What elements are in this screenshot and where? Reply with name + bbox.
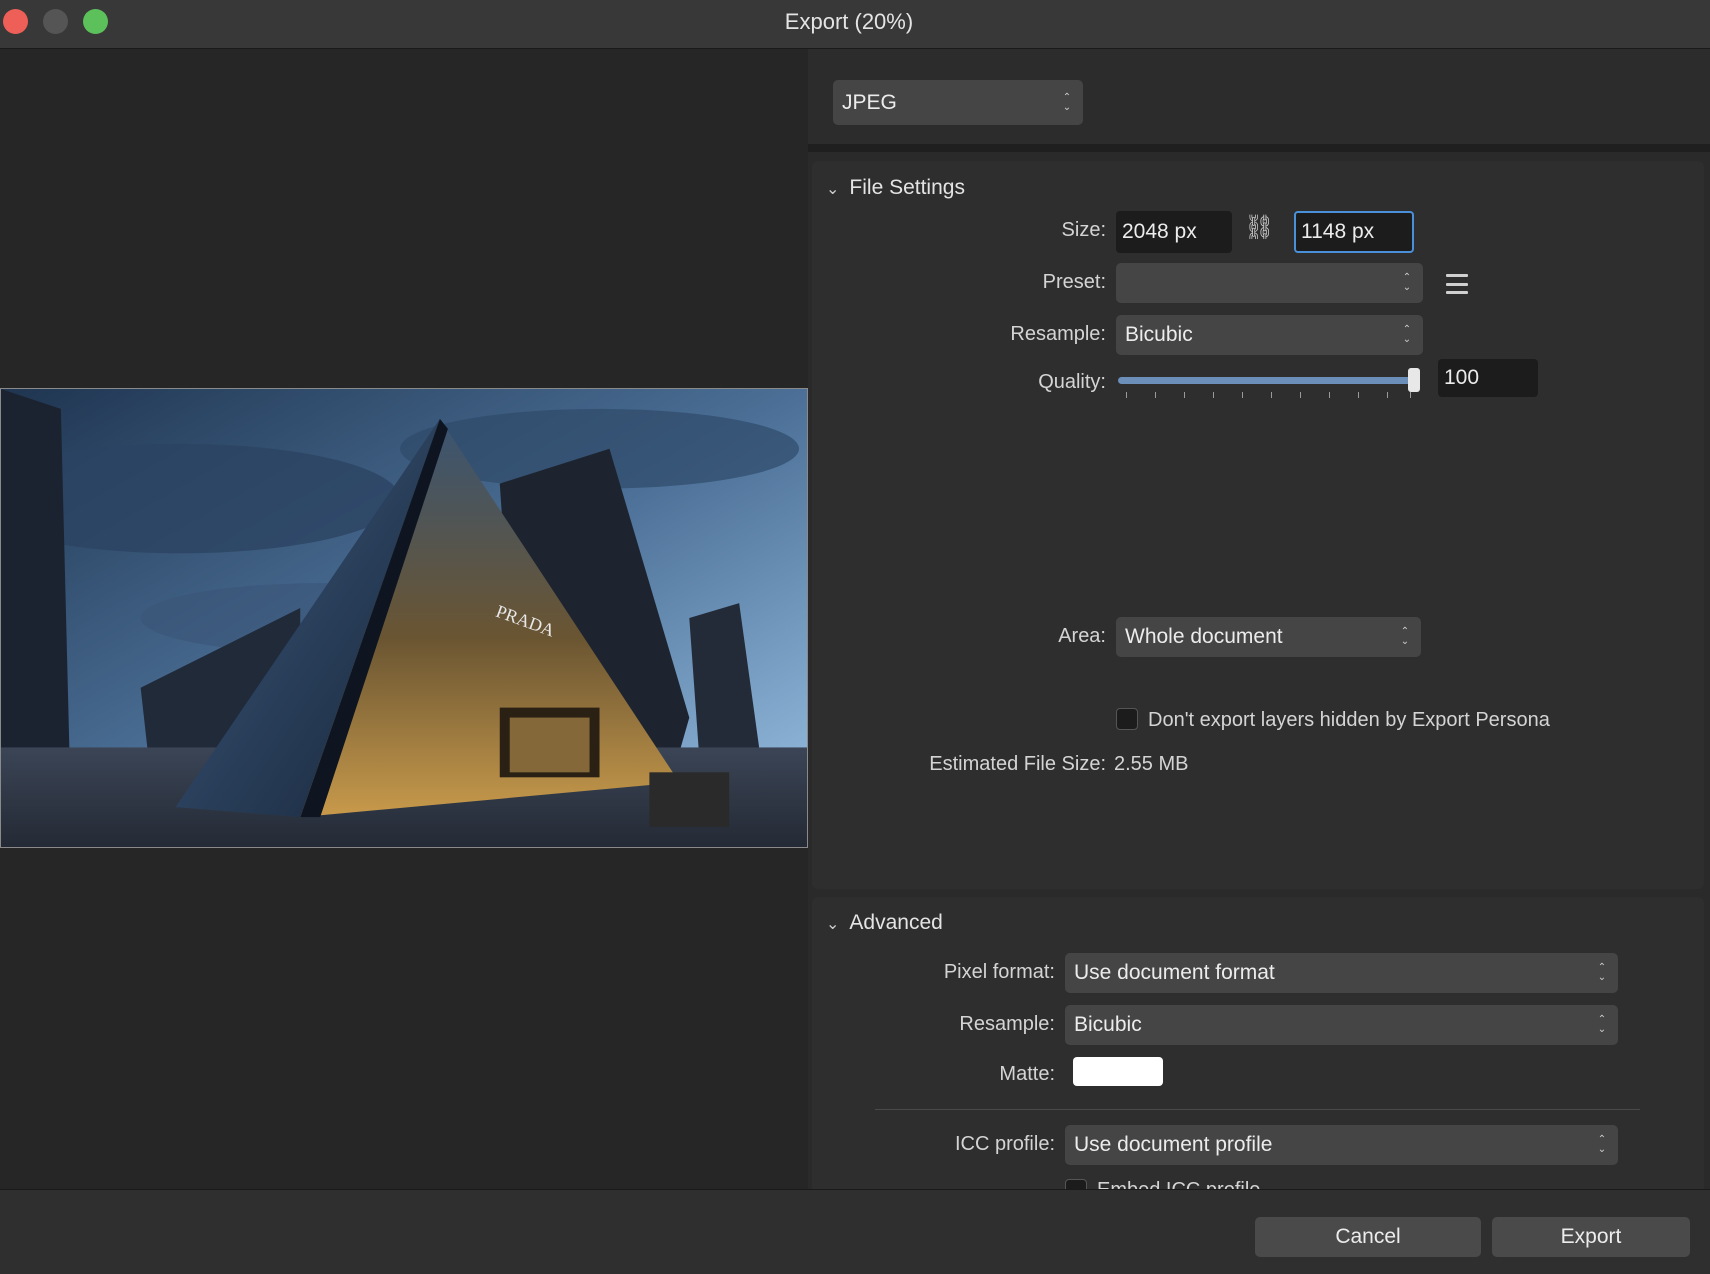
format-bar: JPEG ⌃ ⌄	[808, 49, 1710, 152]
icc-profile-value: Use document profile	[1074, 1133, 1273, 1156]
pixel-format-value: Use document format	[1074, 961, 1275, 984]
size-label: Size:	[1061, 219, 1106, 241]
advanced-header[interactable]: ⌄ Advanced	[826, 911, 943, 935]
title-bar: Export (20%)	[0, 0, 1710, 49]
file-settings-title: File Settings	[849, 176, 965, 199]
up-down-stepper-icon: ⌃ ⌄	[1597, 1134, 1607, 1155]
export-preview-area: PRADA	[0, 49, 808, 1189]
up-down-stepper-icon: ⌃ ⌄	[1400, 626, 1410, 647]
export-button[interactable]: Export	[1492, 1217, 1690, 1257]
up-down-stepper-icon: ⌃ ⌄	[1402, 324, 1412, 345]
estimated-size-label: Estimated File Size:	[929, 753, 1106, 775]
quality-label: Quality:	[1038, 371, 1106, 393]
icc-profile-select[interactable]: Use document profile ⌃ ⌄	[1065, 1125, 1618, 1165]
link-icon[interactable]: ⛓	[1244, 213, 1274, 242]
up-down-stepper-icon: ⌃ ⌄	[1597, 962, 1607, 983]
quality-slider-thumb[interactable]	[1408, 368, 1420, 392]
width-field[interactable]: 2048 px	[1116, 211, 1232, 253]
resample-label: Resample:	[1010, 323, 1106, 345]
dialog-footer: Cancel Export	[0, 1189, 1710, 1274]
format-value: JPEG	[842, 91, 897, 114]
area-value: Whole document	[1125, 625, 1283, 648]
quality-field[interactable]: 100	[1438, 359, 1538, 397]
quality-slider-track[interactable]	[1118, 377, 1414, 384]
quality-slider-ticks	[1126, 392, 1411, 398]
pixel-format-select[interactable]: Use document format ⌃ ⌄	[1065, 953, 1618, 993]
icc-profile-label: ICC profile:	[954, 1133, 1055, 1155]
hidden-layers-label: Don't export layers hidden by Export Per…	[1148, 709, 1550, 731]
resample-value: Bicubic	[1125, 323, 1193, 346]
matte-color-swatch[interactable]	[1073, 1057, 1163, 1086]
hamburger-menu-icon[interactable]	[1446, 274, 1468, 294]
advanced-resample-value: Bicubic	[1074, 1013, 1142, 1036]
advanced-resample-select[interactable]: Bicubic ⌃ ⌄	[1065, 1005, 1618, 1045]
chevron-down-icon: ⌄	[826, 916, 840, 933]
up-down-stepper-icon: ⌃ ⌄	[1062, 91, 1072, 113]
cancel-button[interactable]: Cancel	[1255, 1217, 1481, 1257]
export-settings-sidebar: JPEG ⌃ ⌄ ⌄ File Settings Size: 2048 px ⛓ 1…	[808, 49, 1710, 1201]
advanced-divider	[875, 1109, 1640, 1110]
area-label: Area:	[1058, 625, 1106, 647]
advanced-title: Advanced	[849, 911, 943, 934]
preset-label: Preset:	[1042, 271, 1106, 293]
advanced-panel: ⌄ Advanced Pixel format: Use document for…	[812, 897, 1704, 1201]
pixel-format-label: Pixel format:	[943, 961, 1055, 983]
up-down-stepper-icon: ⌃ ⌄	[1597, 1014, 1607, 1035]
height-field[interactable]: 1148 px	[1294, 211, 1414, 253]
preview-photo-illustration: PRADA	[1, 389, 807, 847]
hidden-layers-checkbox[interactable]	[1116, 708, 1138, 730]
up-down-stepper-icon: ⌃ ⌄	[1402, 272, 1412, 293]
preset-select[interactable]: ⌃ ⌄	[1116, 263, 1423, 303]
preview-image: PRADA	[0, 388, 808, 848]
chevron-down-icon: ⌄	[826, 181, 840, 198]
file-settings-header[interactable]: ⌄ File Settings	[826, 176, 965, 200]
advanced-resample-label: Resample:	[959, 1013, 1055, 1035]
resample-select[interactable]: Bicubic ⌃ ⌄	[1116, 315, 1423, 355]
file-settings-panel: ⌄ File Settings Size: 2048 px ⛓ 1148 px P…	[812, 161, 1704, 889]
area-select[interactable]: Whole document ⌃ ⌄	[1116, 617, 1421, 657]
matte-label: Matte:	[999, 1063, 1055, 1085]
estimated-size-value: 2.55 MB	[1114, 753, 1189, 775]
format-select[interactable]: JPEG ⌃ ⌄	[833, 80, 1083, 125]
window-title: Export (20%)	[784, 9, 914, 34]
